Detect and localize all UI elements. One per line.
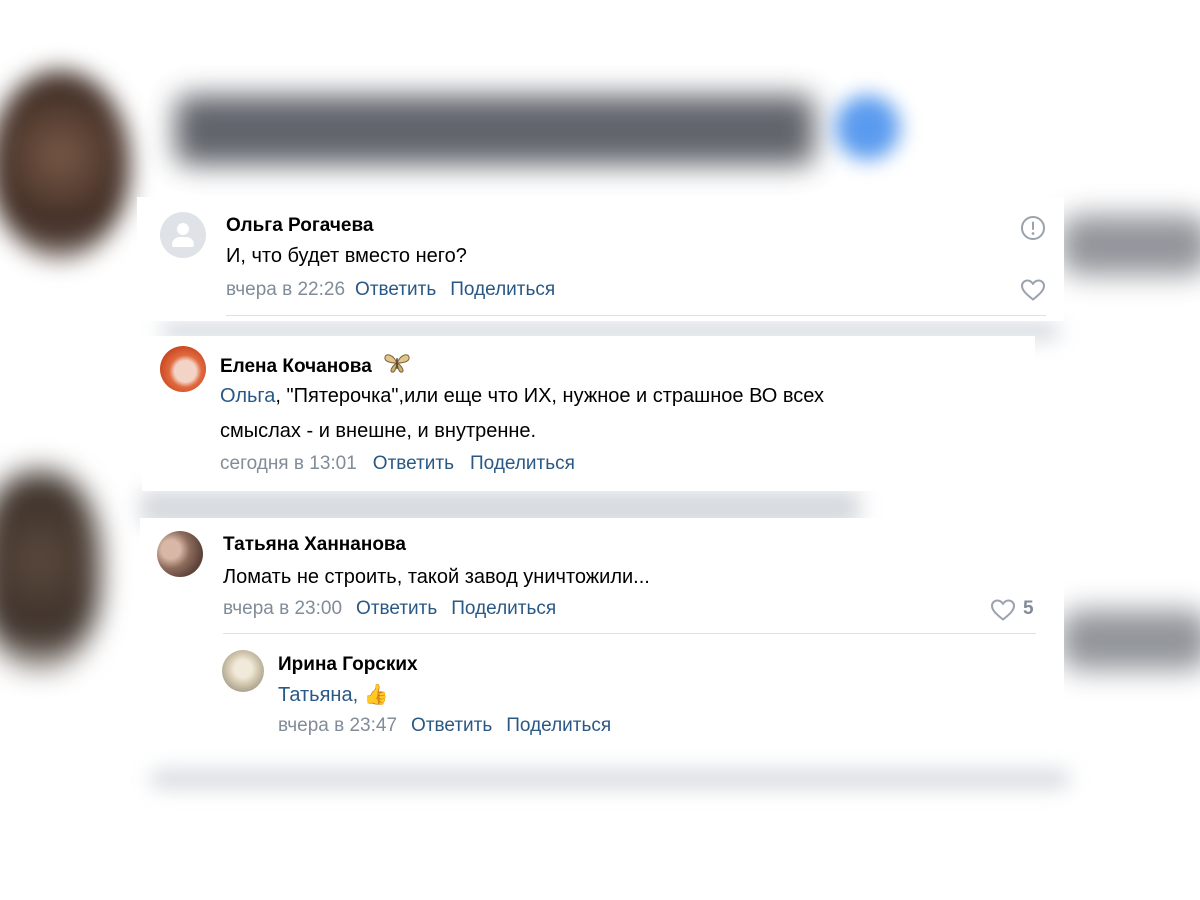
share-button[interactable]: Поделиться (451, 598, 556, 619)
comment-time[interactable]: вчера в 23:00 (223, 598, 342, 619)
blurred-block (1060, 610, 1200, 670)
comment-text: И, что будет вместо него? (226, 245, 467, 267)
comment-author[interactable]: Татьяна Ханнанова (223, 534, 406, 556)
author-name[interactable]: Елена Кочанова (220, 356, 372, 377)
comment-card: Ольга Рогачева И, что будет вместо него?… (137, 197, 1064, 321)
avatar[interactable] (160, 346, 206, 392)
comment-meta: вчера в 23:00 Ответить Поделиться (223, 598, 556, 620)
comment-text: Ольга, "Пятерочка",или еще что ИХ, нужно… (220, 379, 824, 413)
comment-text: Ломать не строить, такой завод уничтожил… (223, 566, 650, 588)
user-avatar-placeholder-icon[interactable] (160, 212, 206, 258)
thumbs-up-emoji: 👍 (363, 684, 389, 706)
reply-button[interactable]: Ответить (373, 453, 454, 474)
avatar[interactable] (157, 531, 203, 577)
blurred-title (175, 95, 815, 165)
blurred-line (150, 770, 1070, 788)
comment-meta: сегодня в 13:01 Ответить Поделиться (220, 453, 575, 475)
heart-icon[interactable] (990, 598, 1016, 622)
share-button[interactable]: Поделиться (470, 453, 575, 474)
blurred-avatar (0, 470, 100, 670)
comment-time[interactable]: вчера в 23:47 (278, 715, 397, 736)
mention-link[interactable]: Татьяна, (278, 684, 358, 706)
report-icon[interactable] (1020, 215, 1046, 241)
divider (226, 315, 1046, 316)
blurred-badge (835, 95, 900, 160)
comment-card: Татьяна Ханнанова Ломать не строить, так… (140, 518, 1064, 750)
reply-button[interactable]: Ответить (355, 279, 436, 300)
mention-link[interactable]: Ольга (220, 385, 275, 407)
comment-meta: вчера в 23:47 Ответить Поделиться (278, 715, 611, 737)
like-count: 5 (1023, 598, 1034, 619)
heart-icon[interactable] (1020, 278, 1046, 302)
comment-author[interactable]: Ирина Горских (278, 654, 418, 676)
butterfly-emoji-icon (384, 354, 410, 373)
comment-author[interactable]: Ольга Рогачева (226, 215, 373, 237)
comment-text-line: смыслах - и внешне, и внутренне. (220, 420, 537, 442)
comment-time[interactable]: вчера в 22:26 (226, 279, 345, 300)
comment-author: Елена Кочанова (220, 352, 411, 378)
share-button[interactable]: Поделиться (450, 279, 555, 300)
comment-time[interactable]: сегодня в 13:01 (220, 453, 357, 474)
share-button[interactable]: Поделиться (506, 715, 611, 736)
comment-card: Елена Кочанова Ольга, "Пятерочка",или ещ… (142, 336, 1035, 491)
avatar[interactable] (222, 650, 264, 692)
blurred-block (1060, 215, 1200, 275)
comment-text-line: , "Пятерочка",или еще что ИХ, нужное и с… (275, 385, 824, 407)
comment-meta: вчера в 22:26 Ответить Поделиться (226, 279, 555, 301)
blurred-avatar (0, 70, 130, 260)
reply-button[interactable]: Ответить (356, 598, 437, 619)
comment-text: Татьяна, 👍 (278, 678, 389, 712)
divider (223, 633, 1036, 634)
reply-button[interactable]: Ответить (411, 715, 492, 736)
